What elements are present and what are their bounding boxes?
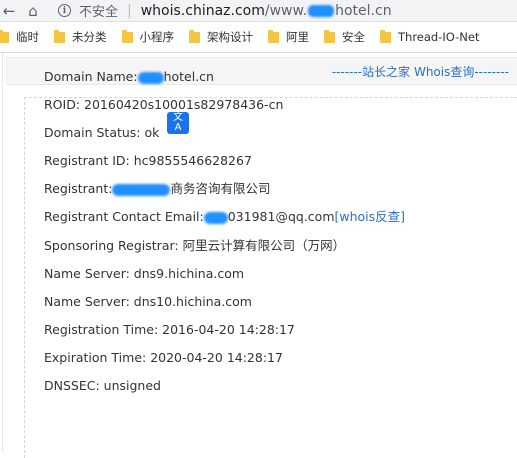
bookmark-folder[interactable]: 未分类: [54, 29, 107, 45]
home-icon[interactable]: ⌂: [24, 0, 42, 21]
bookmark-label: 阿里: [286, 30, 309, 44]
url-path-suffix[interactable]: hotel.cn: [335, 3, 391, 19]
bookmark-label: 临时: [16, 30, 39, 44]
insecure-label: 不安全: [79, 5, 119, 20]
domain-name-value: hotel.cn: [163, 69, 214, 84]
folder-icon: [189, 29, 200, 43]
bookmark-folder[interactable]: Thread-IO-Net: [380, 29, 480, 44]
bookmark-label: 未分类: [72, 30, 107, 44]
name-server-row: Name Server: dns10.hichina.com: [44, 293, 252, 309]
contact-email-label: Registrant Contact Email:: [44, 209, 204, 225]
url-path-prefix[interactable]: /www.: [265, 3, 307, 19]
folder-icon: [324, 29, 335, 43]
whois-record: Domain Name: hotel.cn ROID: 20160420s1000…: [44, 63, 405, 400]
registration-time-row: Registration Time: 2016-04-20 14:28:17: [44, 321, 295, 337]
domain-name-row: Domain Name: hotel.cn: [44, 63, 405, 91]
bookmark-label: 安全: [342, 30, 365, 44]
translate-icon[interactable]: 文 A: [167, 112, 189, 134]
separator: |: [127, 2, 132, 19]
redaction-mark: [203, 211, 228, 224]
redaction-mark: [112, 183, 171, 196]
folder-icon: [54, 29, 65, 43]
registrant-value: 商务咨询有限公司: [170, 181, 271, 197]
address-bar[interactable]: ← ⌂ i 不安全 | whois.chinaz.com /www. hotel…: [0, 0, 517, 22]
folder-icon: [380, 29, 391, 43]
bookmarks-bar: 临时 未分类 小程序 架构设计 阿里 安全 Thread-IO-Net: [0, 22, 517, 53]
folder-icon: [121, 29, 133, 43]
contact-email-value: 031981@qq.com: [227, 209, 335, 225]
domain-name-label: Domain Name:: [44, 69, 138, 84]
name-server-row: Name Server: dns9.hichina.com: [44, 265, 245, 281]
registrant-row: Registrant: 商务咨询有限公司: [44, 175, 405, 203]
bookmark-folder[interactable]: 小程序: [121, 29, 175, 45]
sponsoring-registrar-row: Sponsoring Registrar: 阿里云计算有限公司（万网）: [44, 237, 346, 253]
bookmark-label: Thread-IO-Net: [398, 30, 480, 44]
bookmark-folder[interactable]: 安全: [324, 29, 365, 45]
bookmark-label: 小程序: [139, 30, 175, 44]
bookmark-folder[interactable]: 临时: [0, 29, 39, 45]
url-host[interactable]: whois.chinaz.com: [141, 3, 265, 19]
translate-glyph: A: [174, 122, 182, 133]
expiration-time-row: Expiration Time: 2020-04-20 14:28:17: [44, 349, 283, 365]
redaction-mark: [137, 71, 164, 84]
info-icon[interactable]: i: [58, 4, 71, 17]
contact-email-row: Registrant Contact Email: 031981@qq.com[w…: [44, 203, 405, 231]
roid-row: ROID: 20160420s10001s82978436-cn: [44, 97, 284, 113]
bookmark-folder[interactable]: 阿里: [268, 29, 309, 45]
folder-icon: [0, 29, 9, 43]
domain-status-row: Domain Status: ok: [44, 125, 160, 141]
bookmark-label: 架构设计: [207, 30, 253, 44]
registrant-id-row: Registrant ID: hc9855546628267: [44, 153, 252, 169]
divider: [2, 53, 3, 452]
bookmark-folder[interactable]: 架构设计: [189, 29, 253, 45]
folder-icon: [268, 29, 279, 43]
whois-reverse-link[interactable]: [whois反查]: [335, 209, 406, 224]
dnssec-row: DNSSEC: unsigned: [44, 378, 161, 394]
redaction-mark: [308, 4, 335, 17]
registrant-label: Registrant:: [44, 181, 113, 197]
back-icon[interactable]: ←: [0, 0, 18, 21]
